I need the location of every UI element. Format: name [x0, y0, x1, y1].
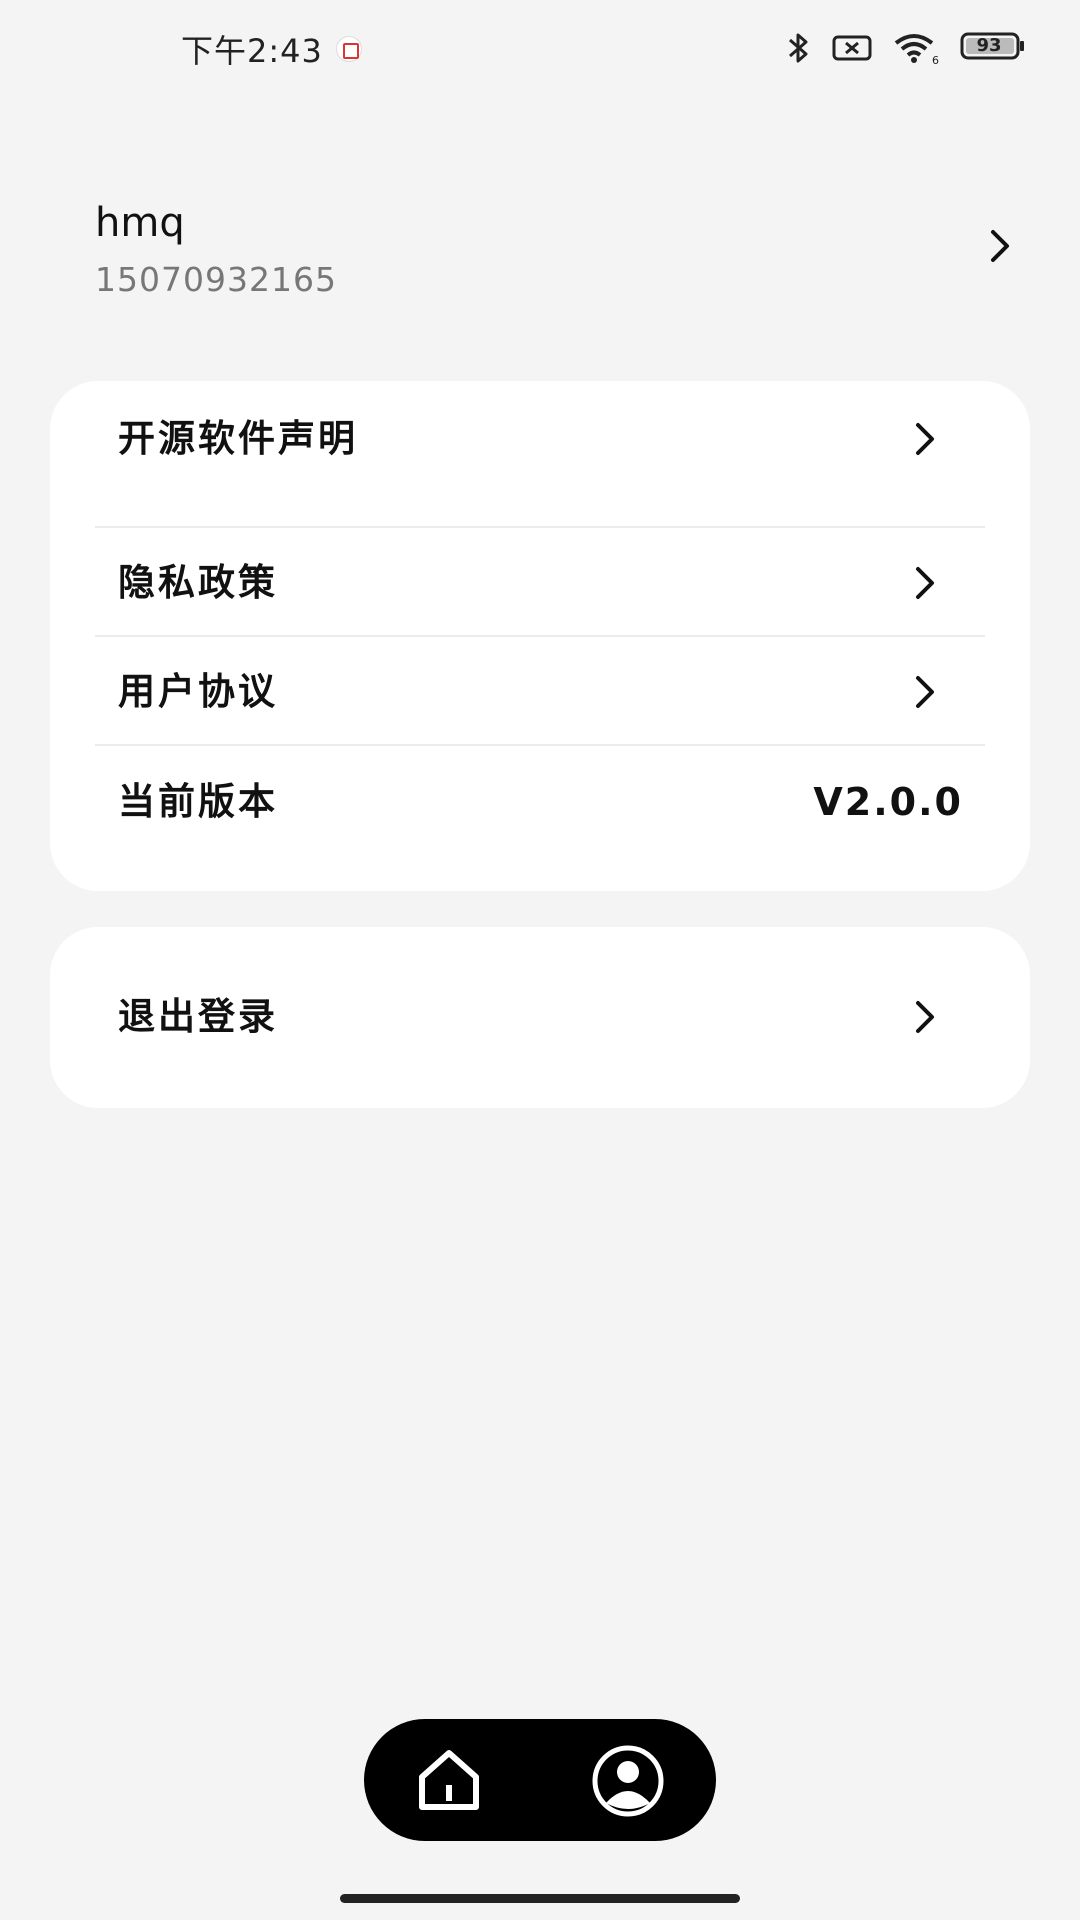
- battery-indicator: 93: [960, 32, 1026, 64]
- status-time: 下午2:43: [181, 32, 323, 70]
- privacy-policy-label: 隐私政策: [118, 561, 278, 604]
- current-version-value: V2.0.0: [813, 780, 963, 824]
- settings-card: 开源软件声明 隐私政策 用户协议 当前版本 V2.0.0: [50, 381, 1030, 891]
- bottom-nav: [364, 1719, 716, 1841]
- current-version-row: 当前版本 V2.0.0: [95, 747, 985, 857]
- privacy-policy-row[interactable]: 隐私政策: [95, 528, 985, 638]
- profile-name: hmq: [95, 200, 185, 246]
- open-source-notice-label: 开源软件声明: [118, 417, 358, 460]
- chevron-right-icon: [916, 676, 934, 708]
- wifi-icon: 6: [892, 31, 940, 65]
- status-icons: 6 93: [786, 28, 1026, 68]
- battery-level: 93: [976, 35, 1002, 56]
- open-source-notice-row[interactable]: 开源软件声明: [95, 384, 985, 494]
- no-sim-icon: [832, 34, 872, 62]
- svg-text:6: 6: [932, 54, 939, 65]
- user-circle-icon[interactable]: [592, 1745, 664, 1817]
- status-bar: 下午2:43 6 93: [0, 0, 1080, 100]
- divider: [95, 744, 985, 746]
- user-agreement-row[interactable]: 用户协议: [95, 637, 985, 747]
- home-indicator[interactable]: [340, 1894, 740, 1903]
- home-icon[interactable]: [416, 1747, 482, 1813]
- chevron-right-icon: [916, 1001, 934, 1033]
- logout-card: 退出登录: [50, 927, 1030, 1108]
- settings-screen: 下午2:43 6 93 hmq 15070932165 开源软件声明 隐私政策 …: [0, 0, 1080, 1920]
- chevron-right-icon: [916, 567, 934, 599]
- chevron-right-icon: [916, 423, 934, 455]
- logout-label: 退出登录: [118, 995, 278, 1038]
- bluetooth-icon: [786, 30, 812, 66]
- current-version-label: 当前版本: [118, 780, 278, 823]
- logout-row[interactable]: 退出登录: [95, 962, 985, 1072]
- chevron-right-icon[interactable]: [985, 226, 1015, 266]
- profile-phone: 15070932165: [95, 260, 337, 299]
- user-agreement-label: 用户协议: [118, 670, 278, 713]
- profile-header[interactable]: hmq 15070932165: [95, 200, 1015, 310]
- notification-app-icon: [336, 36, 362, 62]
